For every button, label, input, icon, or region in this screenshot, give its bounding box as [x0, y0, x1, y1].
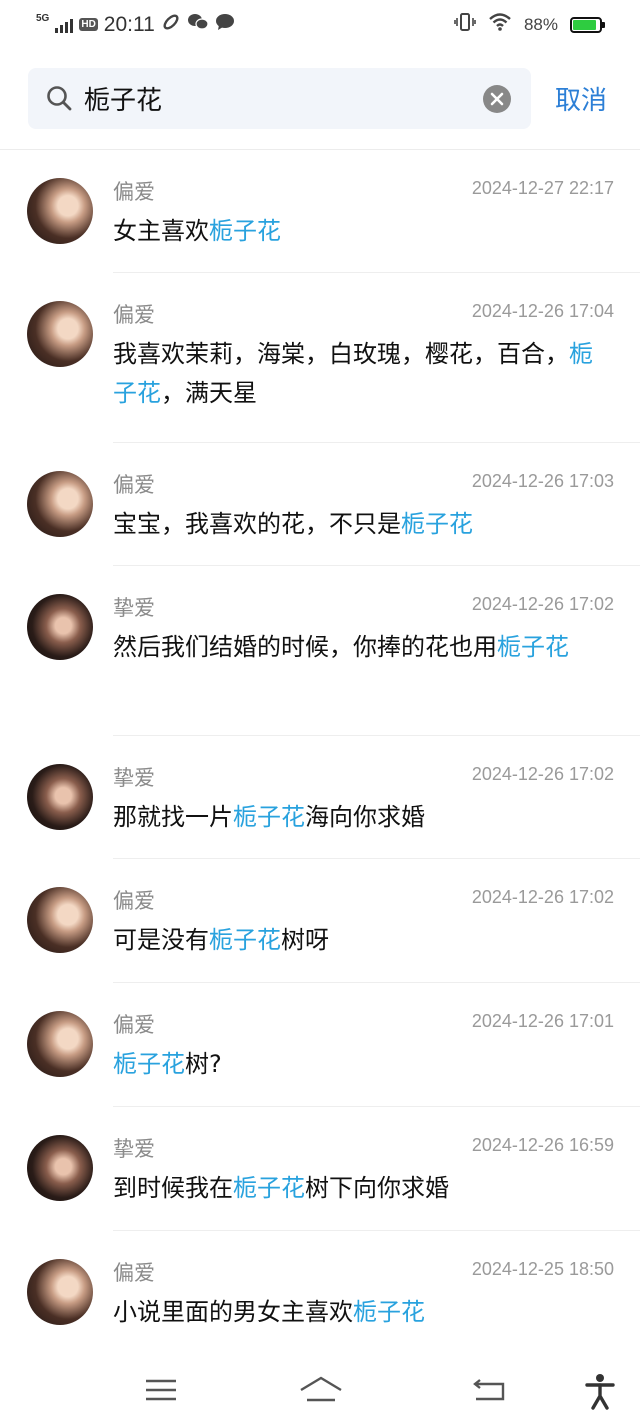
sender-name: 偏爱: [113, 473, 155, 497]
avatar[interactable]: [27, 301, 93, 367]
keyword-highlight: 栀子花: [353, 1298, 425, 1326]
message-text: 那就找一片栀子花海向你求婚: [113, 798, 603, 837]
sender-name: 偏爱: [113, 1013, 155, 1037]
message-timestamp: 2024-12-26 17:02: [471, 887, 614, 907]
sender-name: 挚爱: [113, 1137, 155, 1161]
wechat-icon: [187, 12, 209, 37]
avatar[interactable]: [27, 1135, 93, 1201]
menu-button[interactable]: [141, 1372, 181, 1412]
message-timestamp: 2024-12-26 17:04: [471, 301, 614, 321]
close-icon: [490, 92, 504, 106]
keyword-highlight: 栀子花: [113, 1050, 185, 1078]
message-text: 我喜欢茉莉，海棠，白玫瑰，樱花，百合，栀子花，满天星: [113, 335, 603, 413]
avatar[interactable]: [27, 887, 93, 953]
message-text: 然后我们结婚的时候，你捧的花也用栀子花: [113, 628, 603, 667]
sync-icon: [161, 12, 181, 37]
result-item[interactable]: 偏爱 2024-12-26 17:04 我喜欢茉莉，海棠，白玫瑰，樱花，百合，栀子花…: [0, 273, 640, 443]
message-segment: ，满天星: [161, 379, 257, 407]
search-box[interactable]: [28, 68, 531, 129]
keyword-highlight: 栀子花: [209, 217, 281, 245]
message-text: 宝宝，我喜欢的花，不只是栀子花: [113, 505, 603, 544]
result-item[interactable]: 偏爱 2024-12-27 22:17 女主喜欢栀子花: [0, 150, 640, 273]
message-text: 栀子花树?: [113, 1045, 603, 1084]
message-timestamp: 2024-12-26 16:59: [471, 1135, 614, 1155]
battery-percent: 88%: [523, 14, 558, 34]
home-button[interactable]: [298, 1372, 344, 1412]
status-left: 5G HD 20:11: [36, 12, 235, 37]
message-segment: 那就找一片: [113, 803, 233, 831]
wifi-icon: [488, 12, 512, 37]
network-type: 5G: [36, 13, 50, 24]
status-bar: 5G HD 20:11 88%: [0, 0, 640, 50]
message-timestamp: 2024-12-26 17:02: [471, 594, 614, 614]
sender-name: 挚爱: [113, 766, 155, 790]
signal-icon: [55, 17, 74, 33]
sender-name: 偏爱: [113, 889, 155, 913]
status-time: 20:11: [103, 12, 155, 36]
message-text: 小说里面的男女主喜欢栀子花: [113, 1293, 603, 1332]
accessibility-icon: [585, 1374, 615, 1410]
avatar[interactable]: [27, 1011, 93, 1077]
battery-icon: [570, 16, 605, 33]
message-segment: 我喜欢茉莉，海棠，白玫瑰，樱花，百合，: [113, 340, 569, 368]
message-text: 可是没有栀子花树呀: [113, 921, 603, 960]
search-input[interactable]: [84, 68, 464, 129]
message-segment: 小说里面的男女主喜欢: [113, 1298, 353, 1326]
sender-name: 偏爱: [113, 303, 155, 327]
result-item[interactable]: 挚爱 2024-12-26 17:02 那就找一片栀子花海向你求婚: [0, 736, 640, 859]
back-icon: [473, 1379, 505, 1401]
status-right: 88%: [454, 12, 605, 37]
avatar[interactable]: [27, 594, 93, 660]
message-timestamp: 2024-12-26 17:01: [471, 1011, 614, 1031]
result-item[interactable]: 偏爱 2024-12-26 17:02 可是没有栀子花树呀: [0, 859, 640, 983]
message-text: 女主喜欢栀子花: [113, 212, 603, 251]
message-segment: 到时候我在: [113, 1174, 233, 1202]
sender-name: 挚爱: [113, 596, 155, 620]
result-item[interactable]: 偏爱 2024-12-26 17:01 栀子花树?: [0, 983, 640, 1107]
result-item[interactable]: 偏爱 2024-12-25 18:50 小说里面的男女主喜欢栀子花: [0, 1231, 640, 1355]
message-segment: 树下向你求婚: [305, 1174, 449, 1202]
avatar[interactable]: [27, 471, 93, 537]
result-item[interactable]: 挚爱 2024-12-26 17:02 然后我们结婚的时候，你捧的花也用栀子花: [0, 566, 640, 736]
message-timestamp: 2024-12-27 22:17: [471, 178, 614, 198]
result-item[interactable]: 偏爱 2024-12-26 17:03 宝宝，我喜欢的花，不只是栀子花: [0, 443, 640, 566]
message-timestamp: 2024-12-26 17:02: [471, 764, 614, 784]
sender-name: 偏爱: [113, 180, 155, 204]
keyword-highlight: 栀子花: [233, 1174, 305, 1202]
vibrate-icon: [454, 12, 476, 37]
cancel-button[interactable]: 取消: [555, 80, 607, 117]
keyword-highlight: 栀子花: [233, 803, 305, 831]
message-icon: [215, 12, 235, 37]
hd-badge: HD: [79, 18, 98, 31]
message-timestamp: 2024-12-26 17:03: [471, 471, 614, 491]
message-segment: 树?: [185, 1050, 222, 1078]
message-segment: 可是没有: [113, 926, 209, 954]
navigation-bar: [0, 1360, 640, 1427]
message-segment: 然后我们结婚的时候，你捧的花也用: [113, 633, 497, 661]
message-segment: 宝宝，我喜欢的花，不只是: [113, 510, 401, 538]
result-item[interactable]: 挚爱 2024-12-26 16:59 到时候我在栀子花树下向你求婚: [0, 1107, 640, 1231]
avatar[interactable]: [27, 1259, 93, 1325]
battery-level-fill: [573, 19, 596, 30]
home-icon: [300, 1376, 342, 1402]
avatar[interactable]: [27, 178, 93, 244]
menu-icon: [146, 1379, 176, 1401]
message-segment: 树呀: [281, 926, 329, 954]
keyword-highlight: 栀子花: [401, 510, 473, 538]
keyword-highlight: 栀子花: [209, 926, 281, 954]
message-text: 到时候我在栀子花树下向你求婚: [113, 1169, 603, 1208]
message-segment: 海向你求婚: [305, 803, 425, 831]
message-timestamp: 2024-12-25 18:50: [471, 1259, 614, 1279]
avatar[interactable]: [27, 764, 93, 830]
keyword-highlight: 栀子花: [497, 633, 569, 661]
sender-name: 偏爱: [113, 1261, 155, 1285]
search-icon: [46, 85, 72, 111]
back-button[interactable]: [470, 1372, 510, 1412]
message-segment: 女主喜欢: [113, 217, 209, 245]
clear-search-button[interactable]: [483, 85, 511, 113]
accessibility-button[interactable]: [580, 1372, 620, 1412]
